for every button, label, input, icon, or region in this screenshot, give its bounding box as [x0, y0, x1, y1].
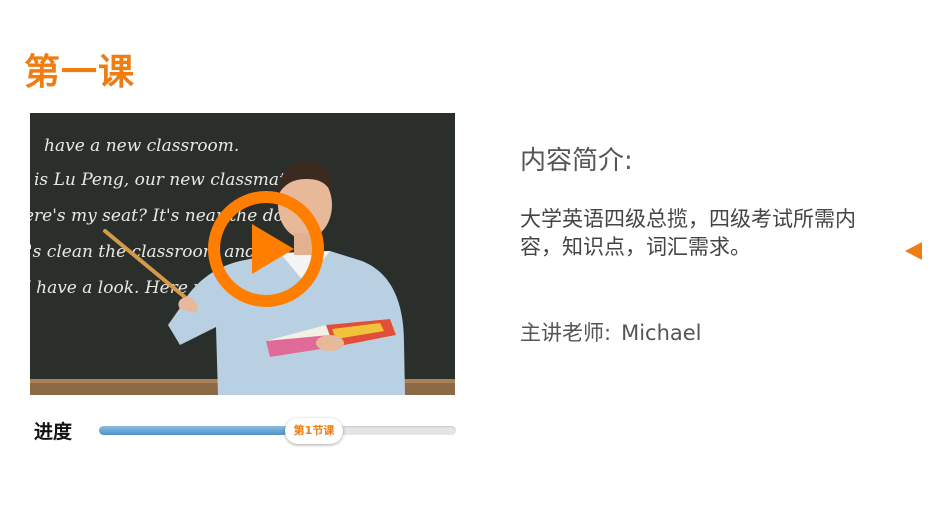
teacher-name: Michael	[621, 321, 702, 345]
video-player[interactable]: have a new classroom. is Lu Peng, our ne…	[30, 113, 455, 395]
blackboard-line: is Lu Peng, our new classmate.	[34, 170, 301, 190]
progress-fill	[99, 426, 289, 435]
teacher-label: 主讲老师:	[520, 321, 612, 345]
triangle-left-icon	[905, 242, 922, 260]
lesson-page: 第一课 have a new classroom. is Lu Peng, ou…	[0, 0, 940, 519]
intro-heading: 内容简介:	[520, 146, 633, 176]
play-button[interactable]	[207, 190, 325, 308]
teacher-info: 主讲老师: Michael	[520, 317, 702, 349]
intro-description: 大学英语四级总揽，四级考试所需内容，知识点，词汇需求。	[520, 207, 856, 259]
progress-marker[interactable]: 第1节课	[285, 418, 343, 444]
play-icon	[208, 191, 324, 307]
lesson-title: 第一课	[24, 52, 136, 93]
blackboard-line: have a new classroom.	[44, 136, 239, 156]
prev-arrow-button[interactable]	[903, 240, 925, 262]
progress-bar[interactable]	[99, 426, 456, 435]
progress-label: 进度	[34, 421, 73, 443]
